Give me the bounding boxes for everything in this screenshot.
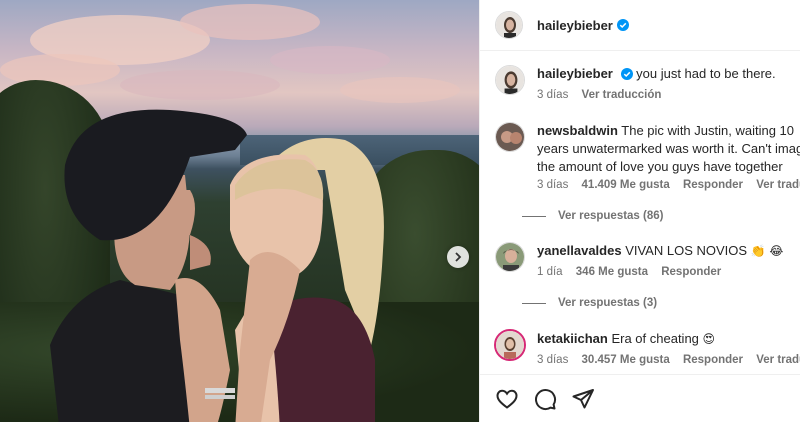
comment-meta: 3 días 41.409 Me gusta Responder Ver tra… [537, 179, 800, 191]
view-replies-button[interactable]: Ver respuestas (3) [522, 297, 657, 309]
comment-time[interactable]: 3 días [537, 179, 568, 191]
commenter-avatar[interactable] [495, 242, 525, 272]
post-header: haileybieber [480, 0, 800, 51]
commenter-username[interactable]: ketakiichan [537, 331, 608, 346]
post-photo[interactable] [0, 0, 479, 422]
next-photo-button[interactable] [447, 246, 469, 268]
comment-likes[interactable]: 30.457 Me gusta [582, 354, 670, 366]
avatar-image [496, 243, 524, 271]
post-side-panel: haileybieber haileybieber you just had t… [479, 0, 800, 422]
comment-text-block: yanellavaldes VIVAN LOS NOVIOS 👏 😂 [537, 242, 800, 260]
view-replies-label[interactable]: Ver respuestas (86) [558, 210, 663, 222]
author-avatar[interactable] [495, 11, 523, 39]
reply-button[interactable]: Responder [683, 354, 743, 366]
share-icon[interactable] [571, 387, 595, 411]
commenter-avatar[interactable] [495, 122, 525, 152]
chevron-right-icon [455, 252, 462, 262]
comment-text: VIVAN LOS NOVIOS [625, 243, 748, 258]
comment-likes[interactable]: 346 Me gusta [576, 266, 648, 278]
verified-badge-icon [616, 19, 629, 31]
view-replies-label[interactable]: Ver respuestas (3) [558, 297, 657, 309]
heart-icon[interactable] [495, 387, 519, 411]
replies-divider [522, 215, 546, 217]
caption-time[interactable]: 3 días [537, 89, 568, 101]
comment-text-block: newsbaldwin The pic with Justin, waiting… [537, 122, 800, 176]
comment-likes[interactable]: 41.409 Me gusta [582, 179, 670, 191]
avatar-image [496, 66, 524, 94]
comment-time[interactable]: 1 día [537, 266, 563, 278]
heart-eyes-emoji-icon: 😍 [702, 332, 716, 346]
translate-link[interactable]: Ver traducción [756, 354, 800, 366]
avatar-image [496, 123, 524, 151]
comment-text: Era of cheating [611, 331, 699, 346]
reply-button[interactable]: Responder [683, 179, 743, 191]
comment-text-block: ketakiichan Era of cheating 😍 [537, 330, 800, 348]
instagram-post-view: haileybieber haileybieber you just had t… [0, 0, 800, 422]
caption-username[interactable]: haileybieber [537, 66, 613, 81]
author-username[interactable]: haileybieber [537, 18, 613, 33]
caption-text: you just had to be there. [636, 66, 776, 81]
caption-text-block: haileybieber you just had to be there. [537, 65, 800, 83]
view-replies-button[interactable]: Ver respuestas (86) [522, 210, 663, 222]
caption-meta: 3 días Ver traducción [537, 89, 671, 101]
replies-divider [522, 302, 546, 304]
hands [175, 252, 300, 422]
avatar-image [496, 12, 522, 38]
verified-badge-icon [620, 68, 633, 80]
post-actions-bar [480, 374, 800, 422]
avatar-image [496, 331, 524, 359]
comment-icon[interactable] [533, 387, 557, 411]
caption-avatar[interactable] [495, 65, 525, 95]
reply-button[interactable]: Responder [661, 266, 721, 278]
comment-time[interactable]: 3 días [537, 354, 568, 366]
clap-laugh-emoji-icon: 👏 😂 [750, 244, 784, 258]
comment-meta: 3 días 30.457 Me gusta Responder Ver tra… [537, 354, 800, 366]
translate-link[interactable]: Ver traducción [756, 179, 800, 191]
commenter-username[interactable]: yanellavaldes [537, 243, 622, 258]
commenter-username[interactable]: newsbaldwin [537, 123, 618, 138]
commenter-avatar-story-ring[interactable] [494, 329, 526, 361]
caption-translate-link[interactable]: Ver traducción [582, 89, 662, 101]
comment-meta: 1 día 346 Me gusta Responder [537, 266, 731, 278]
